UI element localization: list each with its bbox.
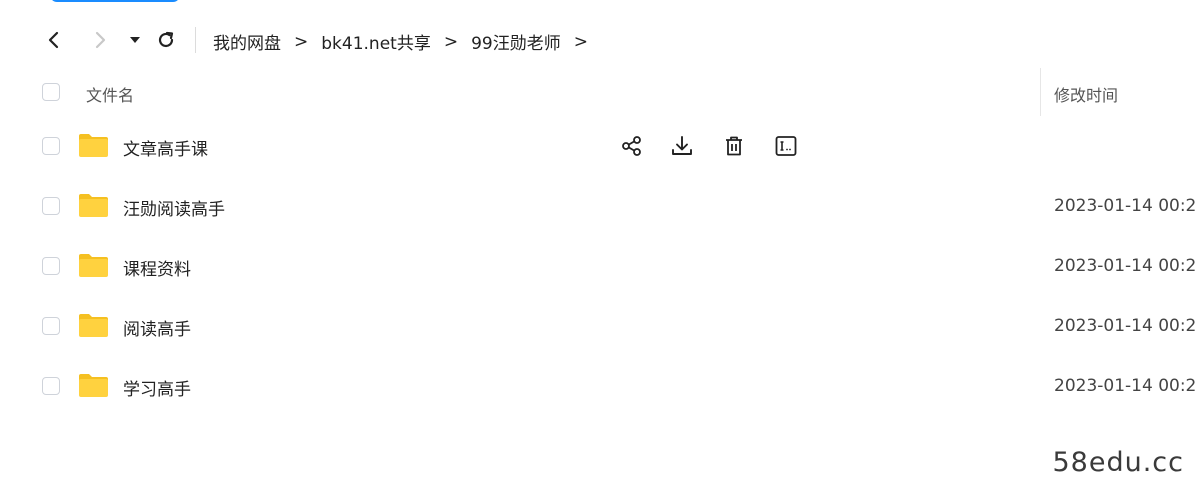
table-row[interactable]: 学习高手 2023-01-14 00:20 [0, 356, 1196, 416]
row-checkbox[interactable] [42, 197, 60, 215]
table-row[interactable]: 课程资料 2023-01-14 00:20 [0, 236, 1196, 296]
file-name[interactable]: 文章高手课 [123, 135, 208, 160]
file-name[interactable]: 阅读高手 [123, 315, 191, 340]
back-button[interactable] [40, 26, 68, 54]
download-icon [672, 136, 692, 155]
download-button[interactable] [669, 132, 695, 160]
delete-icon [726, 136, 742, 156]
file-name[interactable]: 汪勋阅读高手 [123, 195, 225, 220]
column-header-modified[interactable]: 修改时间 [1054, 82, 1118, 106]
folder-icon [79, 194, 108, 217]
breadcrumb-item-my-drive[interactable]: 我的网盘 [213, 29, 281, 54]
rename-button[interactable] [773, 132, 799, 160]
breadcrumb: 我的网盘 > bk41.net共享 > 99汪勋老师 > [213, 29, 601, 55]
row-checkbox[interactable] [42, 137, 60, 155]
column-header-name[interactable]: 文件名 [86, 82, 134, 106]
folder-icon [79, 374, 108, 397]
folder-icon [79, 134, 108, 157]
breadcrumb-separator: > [573, 31, 588, 52]
nav-divider [195, 27, 196, 53]
refresh-icon [158, 31, 174, 48]
top-tab-indicator [50, 0, 180, 2]
navigation-bar: 我的网盘 > bk41.net共享 > 99汪勋老师 > [0, 18, 1196, 62]
column-divider[interactable] [1040, 68, 1041, 116]
table-header: 文件名 修改时间 [0, 68, 1196, 116]
breadcrumb-item-share[interactable]: bk41.net共享 [321, 29, 431, 54]
select-all-checkbox[interactable] [42, 83, 60, 101]
delete-button[interactable] [721, 132, 747, 160]
modified-time: 2023-01-14 00:20 [1054, 196, 1196, 216]
dropdown-icon [130, 37, 140, 43]
back-icon [48, 31, 59, 49]
folder-icon [79, 254, 108, 277]
row-checkbox[interactable] [42, 377, 60, 395]
file-name[interactable]: 学习高手 [123, 375, 191, 400]
modified-time: 2023-01-14 00:20 [1054, 316, 1196, 336]
file-name[interactable]: 课程资料 [123, 255, 191, 280]
history-dropdown-button[interactable] [121, 26, 149, 54]
table-row[interactable]: 阅读高手 2023-01-14 00:20 [0, 296, 1196, 356]
share-icon [622, 136, 641, 156]
table-row[interactable]: 汪勋阅读高手 2023-01-14 00:20 [0, 176, 1196, 236]
row-checkbox[interactable] [42, 317, 60, 335]
breadcrumb-separator: > [443, 31, 459, 52]
folder-icon [79, 314, 108, 337]
rename-icon [775, 136, 797, 156]
table-row[interactable]: 文章高手课 [0, 116, 1196, 176]
forward-icon [95, 31, 106, 49]
modified-time: 2023-01-14 00:20 [1054, 256, 1196, 276]
row-checkbox[interactable] [42, 257, 60, 275]
refresh-button[interactable] [152, 26, 180, 54]
forward-button[interactable] [86, 26, 114, 54]
breadcrumb-item-current[interactable]: 99汪勋老师 [471, 29, 561, 54]
modified-time: 2023-01-14 00:20 [1054, 376, 1196, 396]
breadcrumb-separator: > [294, 31, 309, 52]
watermark: 58edu.cc [1052, 447, 1184, 478]
share-button[interactable] [619, 132, 645, 160]
